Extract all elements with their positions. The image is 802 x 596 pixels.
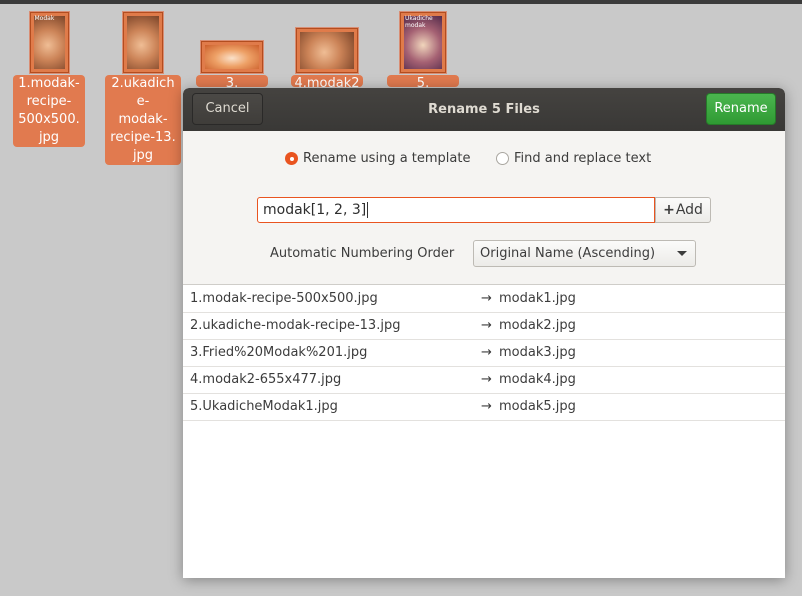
file-label: 3.	[196, 75, 268, 87]
cancel-button[interactable]: Cancel	[192, 93, 263, 125]
plus-icon: +	[663, 202, 675, 218]
rename-preview-list: 1.modak-recipe-500x500.jpg → modak1.jpg …	[183, 286, 785, 421]
arrow-icon: →	[481, 372, 492, 387]
rename-options: Rename using a template Find and replace…	[183, 131, 785, 285]
desktop-file-5[interactable]: Ukadiche modak 5.	[387, 0, 459, 87]
new-name: modak2.jpg	[499, 318, 576, 333]
desktop-file-3[interactable]: 3.	[196, 0, 268, 87]
file-thumbnail	[201, 41, 263, 73]
new-name: modak3.jpg	[499, 345, 576, 360]
rename-button[interactable]: Rename	[706, 93, 776, 125]
numbering-order-label: Automatic Numbering Order	[270, 246, 455, 261]
arrow-icon: →	[481, 399, 492, 414]
list-item: 3.Fried%20Modak%201.jpg → modak3.jpg	[183, 340, 785, 367]
file-label-line: 500x500.	[18, 112, 80, 127]
add-button[interactable]: +Add	[655, 197, 711, 223]
radio-unselected-icon	[496, 152, 509, 165]
desktop-file-1[interactable]: Modak 1.modak- recipe- 500x500. jpg	[13, 0, 85, 147]
rename-dialog: Rename 5 Files Cancel Rename Rename usin…	[183, 88, 785, 578]
template-text: modak[1, 2, 3]	[263, 202, 367, 218]
file-label-line: recipe-	[26, 94, 72, 109]
file-label-line: 4.modak2-	[294, 76, 360, 87]
file-label-line: 5.	[416, 76, 430, 87]
thumbnail-text: Modak	[34, 15, 55, 22]
numbering-order-dropdown[interactable]: Original Name (Ascending)	[473, 240, 696, 267]
file-label-line: jpg	[132, 148, 154, 163]
file-label: 4.modak2-	[291, 75, 363, 87]
radio-label: Find and replace text	[514, 151, 652, 166]
file-label: 2.ukadiche- modak- recipe-13. jpg	[105, 75, 181, 165]
file-label: 5.	[387, 75, 459, 87]
list-item: 2.ukadiche-modak-recipe-13.jpg → modak2.…	[183, 313, 785, 340]
file-thumbnail: Ukadiche modak	[400, 12, 446, 73]
file-label-line: 1.modak-	[18, 76, 80, 91]
dialog-title: Rename 5 Files	[428, 102, 540, 117]
radio-label: Rename using a template	[303, 151, 471, 166]
file-thumbnail	[296, 28, 358, 73]
new-name: modak5.jpg	[499, 399, 576, 414]
file-label-line: 3.	[225, 76, 239, 87]
new-name: modak1.jpg	[499, 291, 576, 306]
original-name: 3.Fried%20Modak%201.jpg	[190, 345, 368, 360]
file-thumbnail: Modak	[29, 12, 69, 73]
list-item: 1.modak-recipe-500x500.jpg → modak1.jpg	[183, 286, 785, 313]
text-caret	[367, 202, 369, 218]
new-name: modak4.jpg	[499, 372, 576, 387]
dialog-header: Rename 5 Files Cancel Rename	[183, 88, 785, 131]
desktop-file-4[interactable]: 4.modak2-	[291, 0, 363, 87]
list-item: 4.modak2-655x477.jpg → modak4.jpg	[183, 367, 785, 394]
radio-selected-icon	[285, 152, 298, 165]
original-name: 4.modak2-655x477.jpg	[190, 372, 342, 387]
dropdown-arrow-icon	[677, 251, 687, 256]
file-label-line: recipe-13.	[110, 130, 176, 145]
file-label: 1.modak- recipe- 500x500. jpg	[13, 75, 85, 147]
original-name: 2.ukadiche-modak-recipe-13.jpg	[190, 318, 401, 333]
original-name: 1.modak-recipe-500x500.jpg	[190, 291, 378, 306]
file-label-line: 2.ukadiche-	[111, 76, 175, 109]
list-item: 5.UkadicheModak1.jpg → modak5.jpg	[183, 394, 785, 421]
file-label-line: jpg	[38, 130, 60, 145]
add-button-label: Add	[675, 202, 703, 218]
template-input[interactable]: modak[1, 2, 3]	[257, 197, 655, 223]
dropdown-value: Original Name (Ascending)	[480, 246, 656, 261]
arrow-icon: →	[481, 318, 492, 333]
arrow-icon: →	[481, 345, 492, 360]
file-label-line: modak-	[118, 112, 168, 127]
desktop-file-2[interactable]: 2.ukadiche- modak- recipe-13. jpg	[105, 0, 181, 165]
thumbnail-text: Ukadiche modak	[405, 15, 433, 29]
arrow-icon: →	[481, 291, 492, 306]
radio-find-replace[interactable]: Find and replace text	[496, 151, 651, 166]
original-name: 5.UkadicheModak1.jpg	[190, 399, 338, 414]
radio-rename-template[interactable]: Rename using a template	[285, 151, 470, 166]
file-thumbnail	[123, 12, 163, 73]
